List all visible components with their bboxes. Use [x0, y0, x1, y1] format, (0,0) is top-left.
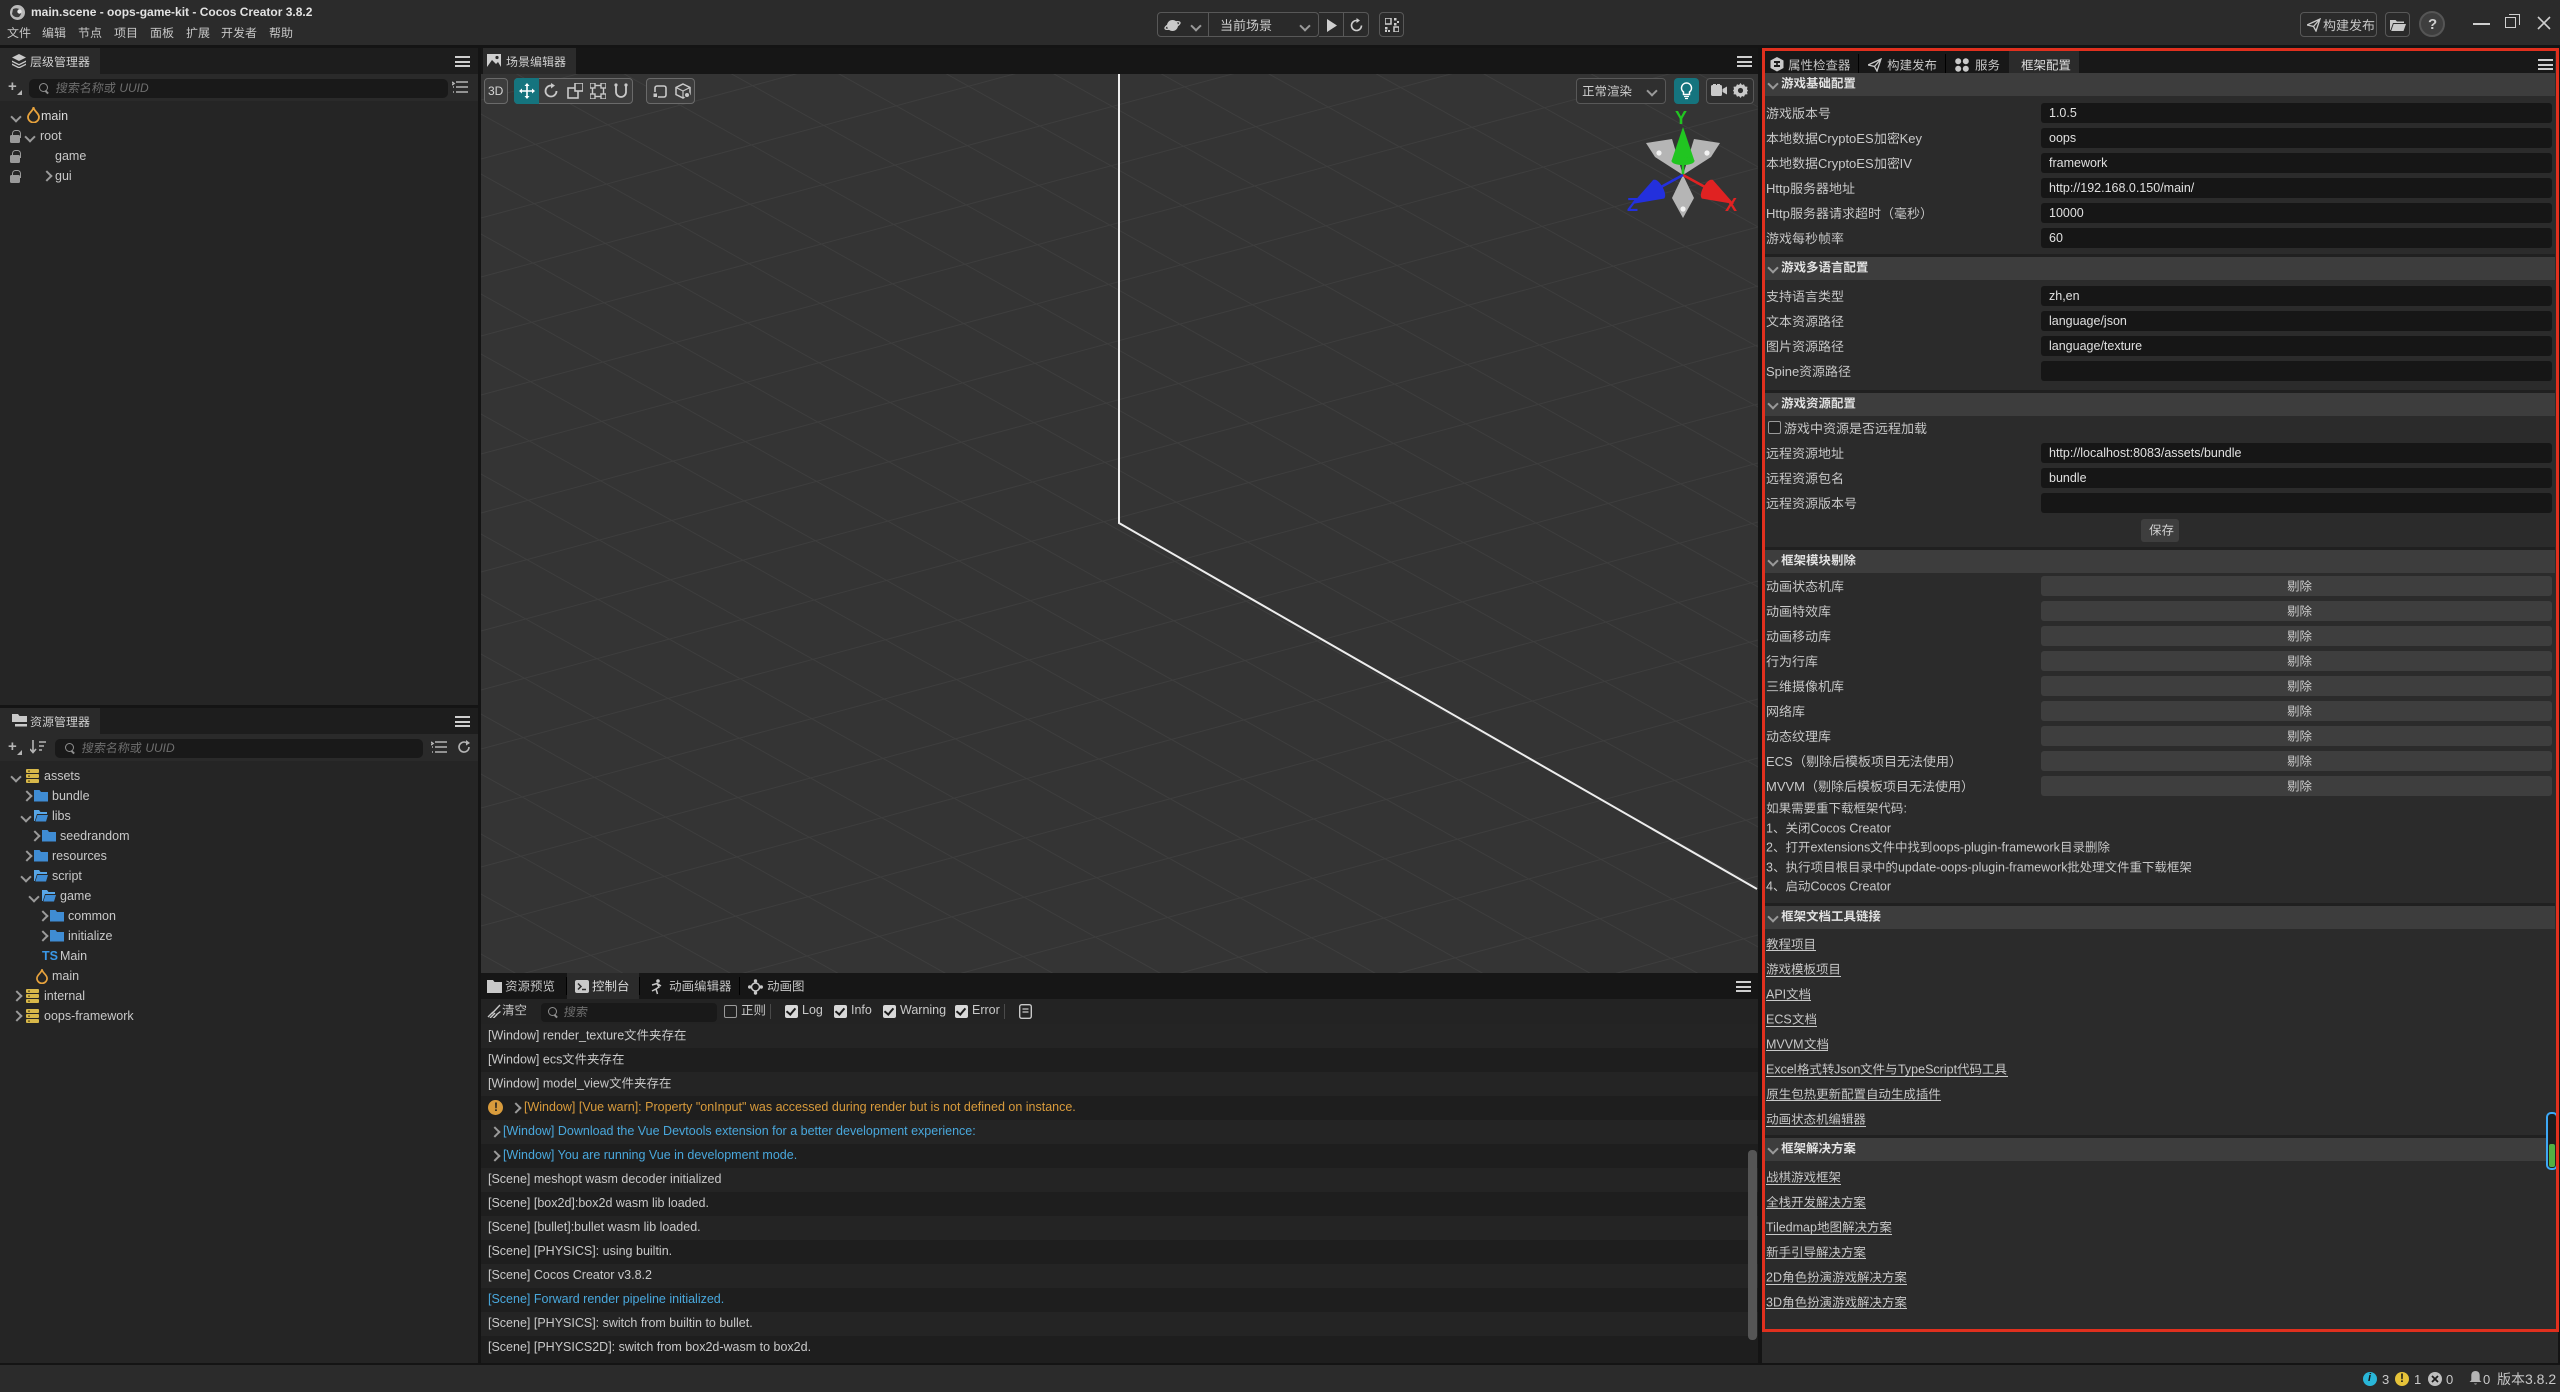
- svg-text:Z: Z: [1627, 195, 1638, 215]
- svg-text:Y: Y: [1675, 108, 1687, 128]
- svg-text:X: X: [1725, 195, 1737, 215]
